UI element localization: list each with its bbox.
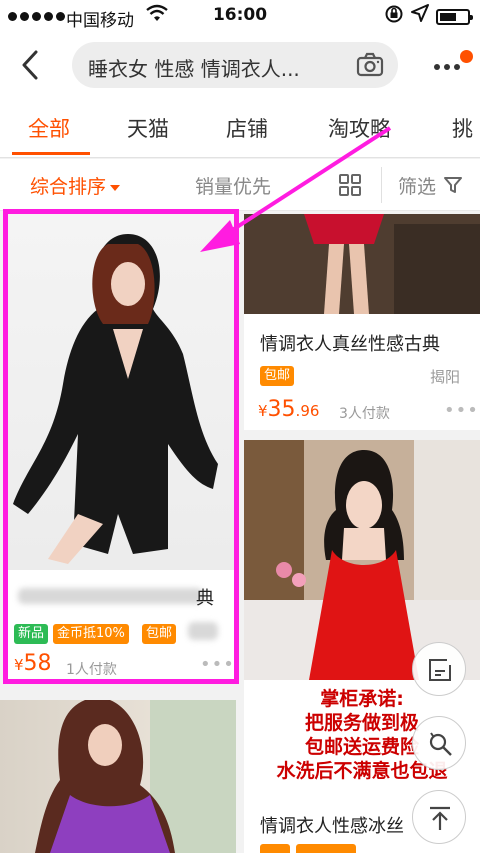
badge — [296, 844, 356, 853]
product-title: 情调衣人性感冰丝 — [260, 816, 404, 837]
status-bar: 中国移动 16:00 — [0, 0, 480, 34]
rotation-lock-icon — [384, 4, 404, 29]
clock: 16:00 — [212, 5, 268, 25]
camera-icon[interactable] — [356, 52, 384, 78]
badge-free-shipping: 包邮 — [260, 366, 295, 386]
search-similar-icon — [429, 732, 452, 756]
back-to-top-button[interactable] — [412, 790, 466, 844]
notification-dot — [460, 50, 473, 63]
sort-comprehensive-label: 综合排序 — [30, 176, 107, 198]
product-title: 情调衣人真丝性感古典 — [260, 334, 440, 355]
product-card[interactable] — [0, 700, 236, 853]
sales-count: 3人付款 — [339, 406, 390, 422]
edit-floating-button[interactable] — [412, 642, 466, 696]
more-icon — [434, 64, 440, 70]
annotation-arrow-icon — [200, 126, 392, 252]
caret-down-icon — [110, 184, 121, 191]
filter-icon[interactable] — [443, 175, 463, 195]
location-arrow-icon — [411, 4, 429, 26]
back-button[interactable] — [14, 46, 50, 84]
badge — [260, 844, 290, 853]
product-image — [0, 700, 236, 853]
search-header: 睡衣女 性感 情调衣人... — [0, 34, 480, 96]
edit-icon — [429, 659, 451, 681]
search-input[interactable]: 睡衣女 性感 情调衣人... — [72, 42, 398, 88]
filter-button[interactable]: 筛选 — [398, 172, 436, 199]
search-query: 睡衣女 性感 情调衣人... — [88, 57, 300, 81]
battery-icon — [436, 9, 473, 25]
similar-search-floating-button[interactable] — [412, 716, 466, 770]
active-tab-indicator — [12, 152, 90, 155]
arrow-up-icon — [430, 806, 450, 830]
product-price: ¥35.96 — [258, 397, 320, 422]
tab-tmall[interactable]: 天猫 — [127, 113, 169, 143]
seller-location: 揭阳 — [430, 368, 461, 386]
more-options-icon[interactable]: ••• — [444, 400, 479, 421]
more-menu-button[interactable] — [430, 50, 474, 78]
chevron-left-icon — [22, 50, 38, 80]
highlight-box — [3, 209, 239, 684]
tab-all[interactable]: 全部 — [28, 113, 70, 143]
tab-select[interactable]: 挑 — [452, 113, 473, 143]
model-photo-icon — [35, 700, 236, 853]
sort-comprehensive[interactable]: 综合排序 — [30, 172, 121, 199]
